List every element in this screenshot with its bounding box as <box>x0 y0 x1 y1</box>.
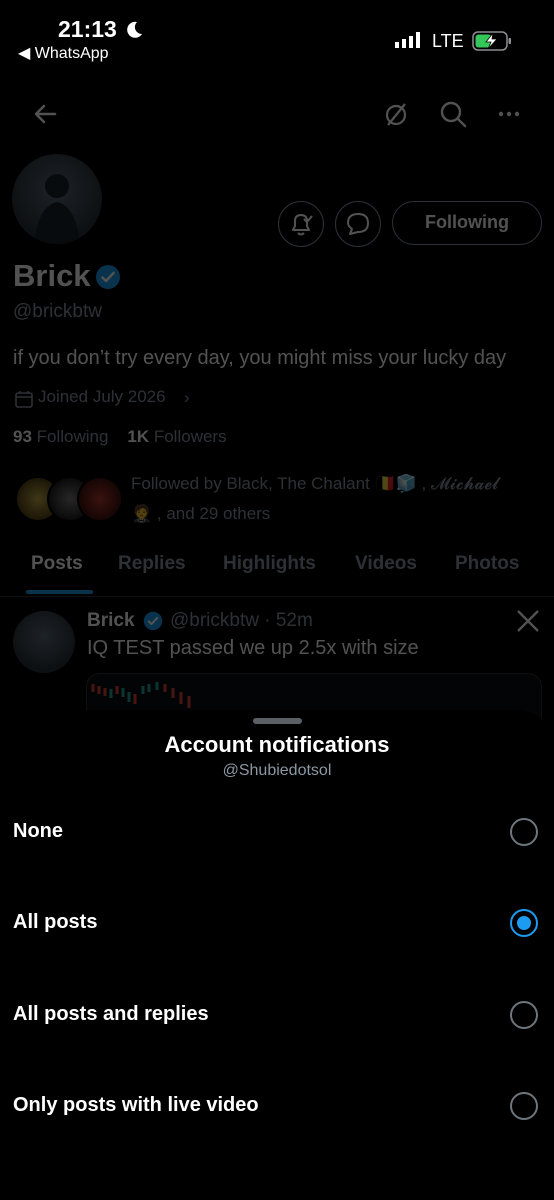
back-arrow-icon[interactable] <box>29 98 61 130</box>
profile-name: Brick <box>13 258 91 293</box>
option-label: All posts and replies <box>13 1003 209 1025</box>
active-tab-indicator <box>26 590 93 594</box>
status-time: 21:13 <box>58 16 117 42</box>
profile-bio: if you don’t try every day, you might mi… <box>13 347 507 369</box>
option-live-video[interactable]: Only posts with live video <box>0 1066 554 1146</box>
profile-handle: @brickbtw <box>13 301 102 322</box>
chevron-right-icon[interactable]: › <box>184 388 190 408</box>
followed-by-line: 🤵 , and 29 others <box>131 504 271 523</box>
sheet-title: Account notifications <box>164 732 390 757</box>
post-meta: @brickbtw · 52m <box>170 610 313 631</box>
option-label: All posts <box>13 911 98 933</box>
x-logo-icon <box>517 610 539 632</box>
tab-posts[interactable]: Posts <box>31 553 83 575</box>
following-count: 93 <box>13 427 32 446</box>
radio-button[interactable] <box>510 1092 538 1120</box>
radio-button[interactable] <box>510 818 538 846</box>
followers-stat[interactable]: 1K Followers <box>127 427 226 446</box>
tab-photos[interactable]: Photos <box>455 553 519 575</box>
following-button[interactable]: Following <box>392 201 542 245</box>
followed-by-line: Followed by Black, The Chalant 🇧🇪🧊 , 𝓜𝓲𝓬… <box>131 474 499 493</box>
post-author-name: Brick <box>87 610 135 631</box>
mute-icon[interactable] <box>380 98 412 130</box>
followers-count: 1K <box>127 427 150 446</box>
moon-icon <box>127 21 142 38</box>
following-stat[interactable]: 93 Following <box>13 427 108 446</box>
network-type: LTE <box>432 31 464 51</box>
option-label: Only posts with live video <box>13 1094 259 1116</box>
calendar-icon <box>15 391 33 408</box>
followed-by-text[interactable]: Followed by Black, The Chalant 🇧🇪🧊 , 𝓜𝓲𝓬… <box>131 469 551 529</box>
option-none[interactable]: None <box>0 792 554 872</box>
joined-date: Joined July 2026 <box>38 387 166 406</box>
sheet-grabber[interactable] <box>253 718 302 724</box>
option-all-posts[interactable]: All posts <box>0 883 554 963</box>
profile-tabs: Posts Replies Highlights Videos Photos <box>0 548 554 596</box>
status-bar: 21:13 ◀ WhatsApp LTE <box>0 0 554 68</box>
divider <box>0 596 554 597</box>
search-icon[interactable] <box>437 98 469 130</box>
verified-badge-icon <box>143 611 163 631</box>
message-button[interactable] <box>335 201 381 247</box>
back-to-app-link[interactable]: ◀ WhatsApp <box>18 43 109 63</box>
notifications-bell-button[interactable] <box>278 201 324 247</box>
battery-charging-icon <box>472 31 511 51</box>
option-label: None <box>13 820 63 842</box>
following-label: Following <box>36 427 109 446</box>
followers-label: Followers <box>153 427 227 446</box>
verified-badge-icon <box>96 265 120 289</box>
option-all-posts-and-replies[interactable]: All posts and replies <box>0 975 554 1055</box>
signal-icon <box>395 32 420 48</box>
radio-button[interactable] <box>510 1001 538 1029</box>
tab-replies[interactable]: Replies <box>118 553 186 575</box>
post-text: IQ TEST passed we up 2.5x with size <box>87 637 419 659</box>
notifications-sheet: Account notifications @Shubiedotsol None… <box>0 710 554 1200</box>
sheet-subtitle: @Shubiedotsol <box>222 762 332 779</box>
tab-videos[interactable]: Videos <box>355 553 417 575</box>
screen: Following Brick @brickbtw if you don’t t… <box>0 0 554 1200</box>
profile-avatar[interactable] <box>12 154 102 244</box>
post-avatar[interactable] <box>13 611 75 673</box>
radio-button-selected[interactable] <box>510 909 538 937</box>
bell-check-icon <box>292 214 313 236</box>
follower-avatar[interactable] <box>77 476 123 522</box>
tab-highlights[interactable]: Highlights <box>223 553 316 575</box>
follow-stats: 93 Following 1K Followers <box>13 427 227 447</box>
chat-bubble-icon <box>347 213 369 235</box>
more-icon[interactable] <box>493 98 525 130</box>
